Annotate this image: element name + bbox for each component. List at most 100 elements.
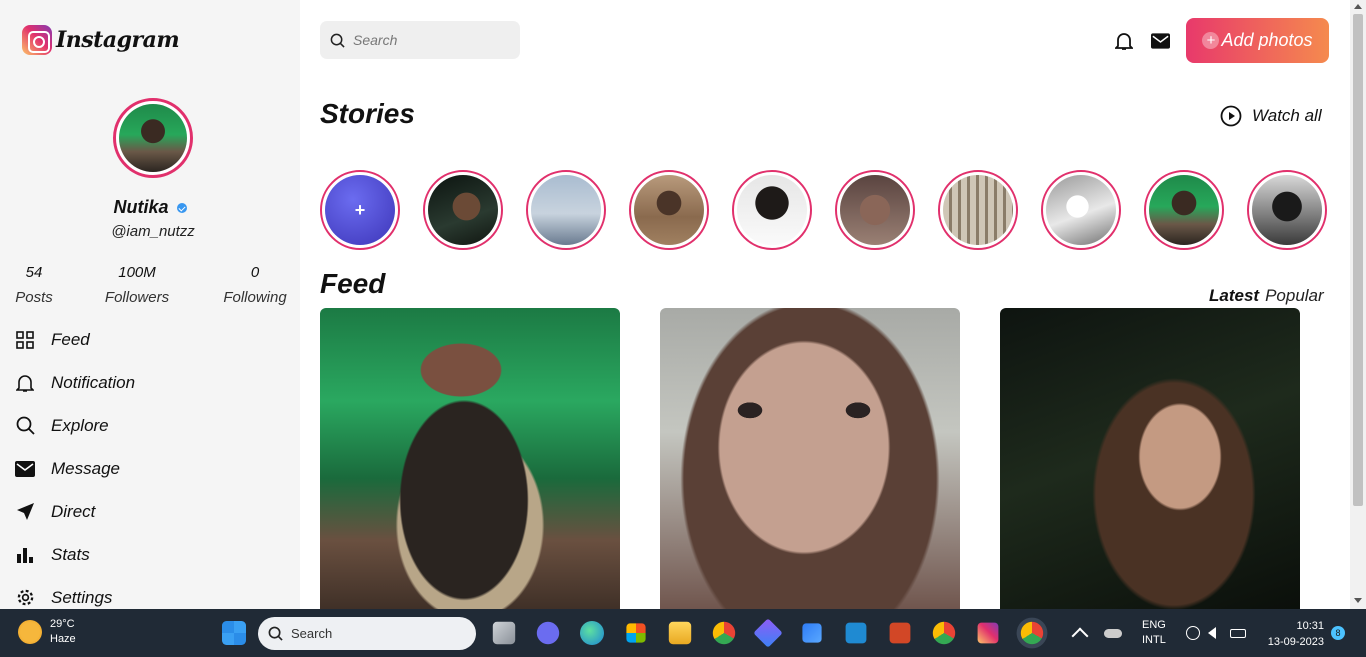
teams-chat-icon[interactable]	[536, 621, 560, 645]
story-photo	[737, 175, 807, 245]
chevron-up-icon[interactable]	[1071, 627, 1089, 645]
edge-browser-icon[interactable]	[580, 621, 604, 645]
logo-text: Instagram	[56, 27, 180, 53]
start-windows-icon[interactable]	[222, 621, 246, 645]
scroll-up-arrow-icon[interactable]	[1354, 4, 1362, 9]
search-icon	[14, 415, 36, 437]
powerpoint-icon[interactable]	[889, 622, 911, 644]
story-item[interactable]	[938, 170, 1018, 250]
story-item[interactable]	[629, 170, 709, 250]
add-photos-button[interactable]: + Add photos	[1186, 18, 1329, 63]
volume-icon[interactable]	[1207, 627, 1216, 639]
scroll-down-arrow-icon[interactable]	[1354, 598, 1362, 603]
stat-posts[interactable]: 54 Posts	[14, 264, 54, 306]
feed-post[interactable]	[1000, 308, 1300, 609]
play-circle-icon	[1220, 105, 1242, 127]
clock-time: 10:31	[1296, 620, 1324, 632]
story-item[interactable]	[1247, 170, 1327, 250]
tab-latest[interactable]: Latest	[1209, 286, 1259, 306]
instagram-app: Instagram Nutika @iam_nutzz 54 Posts 100…	[0, 0, 1366, 609]
nav-label: Notification	[51, 372, 136, 392]
search-box[interactable]	[320, 21, 520, 59]
tab-popular[interactable]: Popular	[1265, 286, 1324, 306]
feed-post[interactable]	[660, 308, 960, 609]
chrome-active-icon[interactable]	[1020, 621, 1044, 645]
language-line-2: INTL	[1142, 634, 1166, 646]
stat-label: Following	[223, 289, 287, 306]
chrome-profile-icon[interactable]	[932, 621, 956, 645]
notification-count-badge[interactable]: 8	[1331, 626, 1345, 640]
search-input[interactable]	[353, 32, 503, 48]
story-photo	[531, 175, 601, 245]
search-icon	[268, 626, 283, 641]
add-photos-label: Add photos	[1221, 30, 1313, 50]
instagram-logo[interactable]: Instagram	[22, 25, 180, 55]
chrome-icon[interactable]	[712, 621, 736, 645]
copilot-icon[interactable]	[753, 618, 783, 648]
feed-post[interactable]	[320, 308, 620, 609]
stat-followers[interactable]: 100M Followers	[100, 264, 174, 306]
story-photo	[1149, 175, 1219, 245]
vscode-icon[interactable]	[845, 622, 867, 644]
system-tray: ENG INTL	[1068, 609, 1246, 657]
stat-label: Followers	[104, 289, 170, 306]
task-view-icon[interactable]	[492, 621, 516, 645]
nav-item-notification[interactable]: Notification	[14, 361, 135, 404]
nav-item-feed[interactable]: Feed	[14, 318, 135, 361]
language-indicator[interactable]: ENG INTL	[1142, 618, 1166, 648]
nav-item-stats[interactable]: Stats	[14, 533, 135, 576]
watch-all-label: Watch all	[1252, 106, 1322, 125]
grid-icon	[14, 329, 36, 351]
bar-chart-icon	[14, 544, 36, 566]
todo-checkmark-icon[interactable]	[802, 623, 822, 643]
send-icon	[14, 501, 36, 523]
weather-temp: 29°C	[50, 618, 75, 630]
story-item[interactable]	[526, 170, 606, 250]
clock[interactable]: 10:31 13-09-2023	[1256, 618, 1324, 650]
profile-name: Nutika	[113, 197, 169, 217]
notifications-bell-icon[interactable]	[1113, 30, 1135, 52]
add-story-icon: +	[325, 175, 395, 245]
story-photo	[840, 175, 910, 245]
windows-taskbar: 29°C Haze Search ENG INTL 10:31 13-09-20…	[0, 609, 1366, 657]
weather-widget[interactable]: 29°C Haze	[18, 617, 76, 647]
story-item[interactable]	[835, 170, 915, 250]
taskbar-search[interactable]: Search	[258, 617, 476, 650]
profile-avatar[interactable]	[113, 98, 193, 178]
scroll-thumb[interactable]	[1353, 14, 1363, 506]
page-scrollbar[interactable]	[1350, 0, 1366, 609]
instagram-app-icon[interactable]	[977, 622, 999, 644]
story-photo	[1046, 175, 1116, 245]
messages-mail-icon[interactable]	[1149, 30, 1171, 52]
nav-item-settings[interactable]: Settings	[14, 576, 135, 609]
nav-item-direct[interactable]: Direct	[14, 490, 135, 533]
nav-label: Direct	[51, 501, 96, 521]
stories-row: +	[320, 170, 1327, 250]
stat-following[interactable]: 0 Following	[218, 264, 292, 306]
story-photo	[634, 175, 704, 245]
story-item[interactable]	[423, 170, 503, 250]
pinned-apps	[488, 617, 1060, 649]
story-item[interactable]	[1041, 170, 1121, 250]
story-item[interactable]	[732, 170, 812, 250]
profile-name-row: Nutika	[0, 197, 300, 218]
file-explorer-icon[interactable]	[668, 621, 692, 645]
story-photo	[943, 175, 1013, 245]
globe-icon[interactable]	[1185, 626, 1200, 640]
nav-item-explore[interactable]: Explore	[14, 404, 135, 447]
story-item[interactable]	[1144, 170, 1224, 250]
watch-all-button[interactable]: Watch all	[1220, 105, 1322, 127]
taskbar-apps	[218, 617, 262, 649]
clock-date: 13-09-2023	[1267, 636, 1324, 648]
onedrive-cloud-icon[interactable]	[1104, 628, 1122, 638]
add-story-button[interactable]: +	[320, 170, 400, 250]
nav-label: Explore	[51, 415, 109, 435]
stat-value: 0	[250, 264, 260, 281]
microsoft-store-icon[interactable]	[626, 623, 646, 643]
profile-photo	[119, 104, 187, 172]
main-content: + Add photos Stories Watch all + Feed La…	[300, 0, 1350, 609]
nav-item-message[interactable]: Message	[14, 447, 135, 490]
post-photo	[1000, 308, 1300, 609]
feed-title: Feed	[320, 268, 386, 299]
battery-icon[interactable]	[1229, 628, 1246, 638]
